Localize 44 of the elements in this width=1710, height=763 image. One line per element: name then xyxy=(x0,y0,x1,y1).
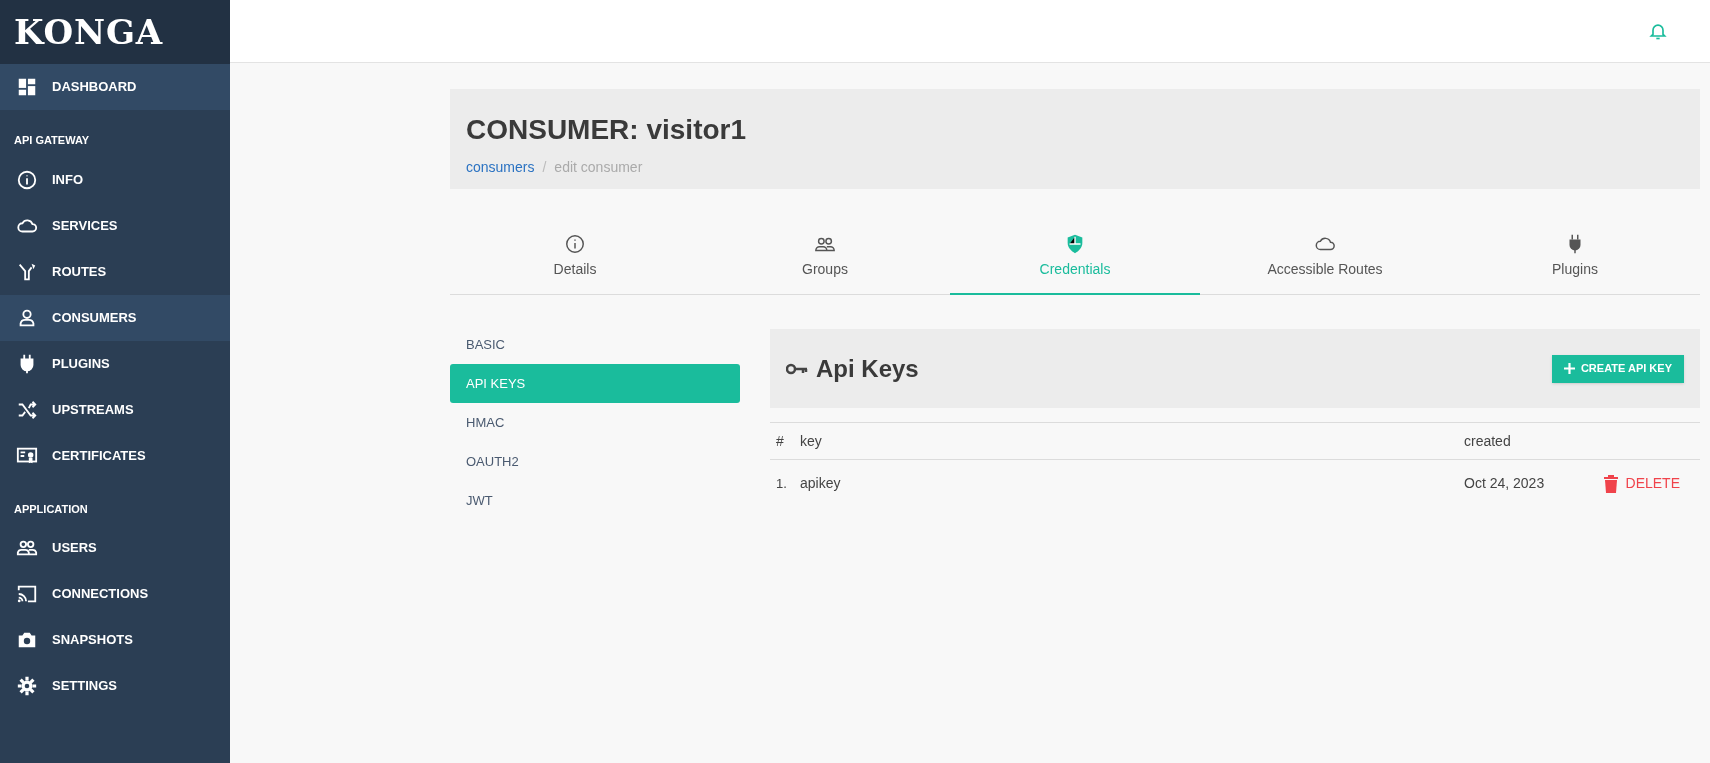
nav-item[interactable]: ROUTES xyxy=(0,248,230,295)
section-heading: API GATEWAY xyxy=(13,133,91,148)
column-header: created xyxy=(1464,431,1512,451)
nav-item[interactable]: CONNECTIONS xyxy=(0,571,230,617)
nav-item[interactable]: DASHBOARD xyxy=(0,64,230,110)
table-cell-text: 1. xyxy=(776,474,788,493)
tab[interactable]: Plugins xyxy=(1450,221,1700,295)
info-icon xyxy=(564,233,586,255)
plus-icon xyxy=(1563,363,1575,374)
tab[interactable]: Details xyxy=(450,221,700,295)
column-header: # xyxy=(776,431,785,451)
tab[interactable]: Groups xyxy=(700,221,950,295)
nav-item[interactable]: CERTIFICATES xyxy=(0,432,230,479)
credential-type-item[interactable]: OAUTH2 xyxy=(450,442,740,481)
nav-item[interactable]: SETTINGS xyxy=(0,663,230,709)
breadcrumb-current: edit consumer xyxy=(554,158,643,177)
table-cell-text: Oct 24, 2023 xyxy=(1464,474,1545,493)
tab[interactable]: Accessible Routes xyxy=(1200,221,1450,295)
credential-type-item[interactable]: BASIC xyxy=(450,325,740,364)
key-icon xyxy=(786,362,808,375)
panel-title: Api Keys xyxy=(816,353,919,384)
nav-item[interactable]: PLUGINS xyxy=(0,340,230,387)
trash-icon xyxy=(1603,474,1618,493)
credential-type-item[interactable]: HMAC xyxy=(450,403,740,442)
nav-item[interactable]: SERVICES xyxy=(0,202,230,249)
breadcrumb-link[interactable]: consumers xyxy=(466,157,535,178)
cast-icon xyxy=(16,583,38,605)
gear-icon xyxy=(16,675,38,697)
delete-button[interactable]: DELETE xyxy=(1603,473,1694,494)
info-icon xyxy=(16,168,38,191)
breadcrumb-separator: / xyxy=(542,158,547,177)
dashboard-icon xyxy=(16,76,38,98)
nav-item[interactable]: CONSUMERS xyxy=(0,294,230,341)
nav-item[interactable]: UPSTREAMS xyxy=(0,386,230,433)
nav-item[interactable]: INFO xyxy=(0,156,230,203)
nav-item[interactable]: SNAPSHOTS xyxy=(0,617,230,663)
section-heading: APPLICATION xyxy=(13,501,89,517)
shuffle-icon xyxy=(16,398,38,421)
page-title: CONSUMER: visitor1 xyxy=(466,113,748,147)
column-header: key xyxy=(800,431,823,451)
table-cell-text: apikey xyxy=(800,474,842,493)
logo: KONGA xyxy=(14,10,163,54)
credential-type-item[interactable]: JWT xyxy=(450,481,740,520)
nav-item[interactable]: USERS xyxy=(0,525,230,571)
